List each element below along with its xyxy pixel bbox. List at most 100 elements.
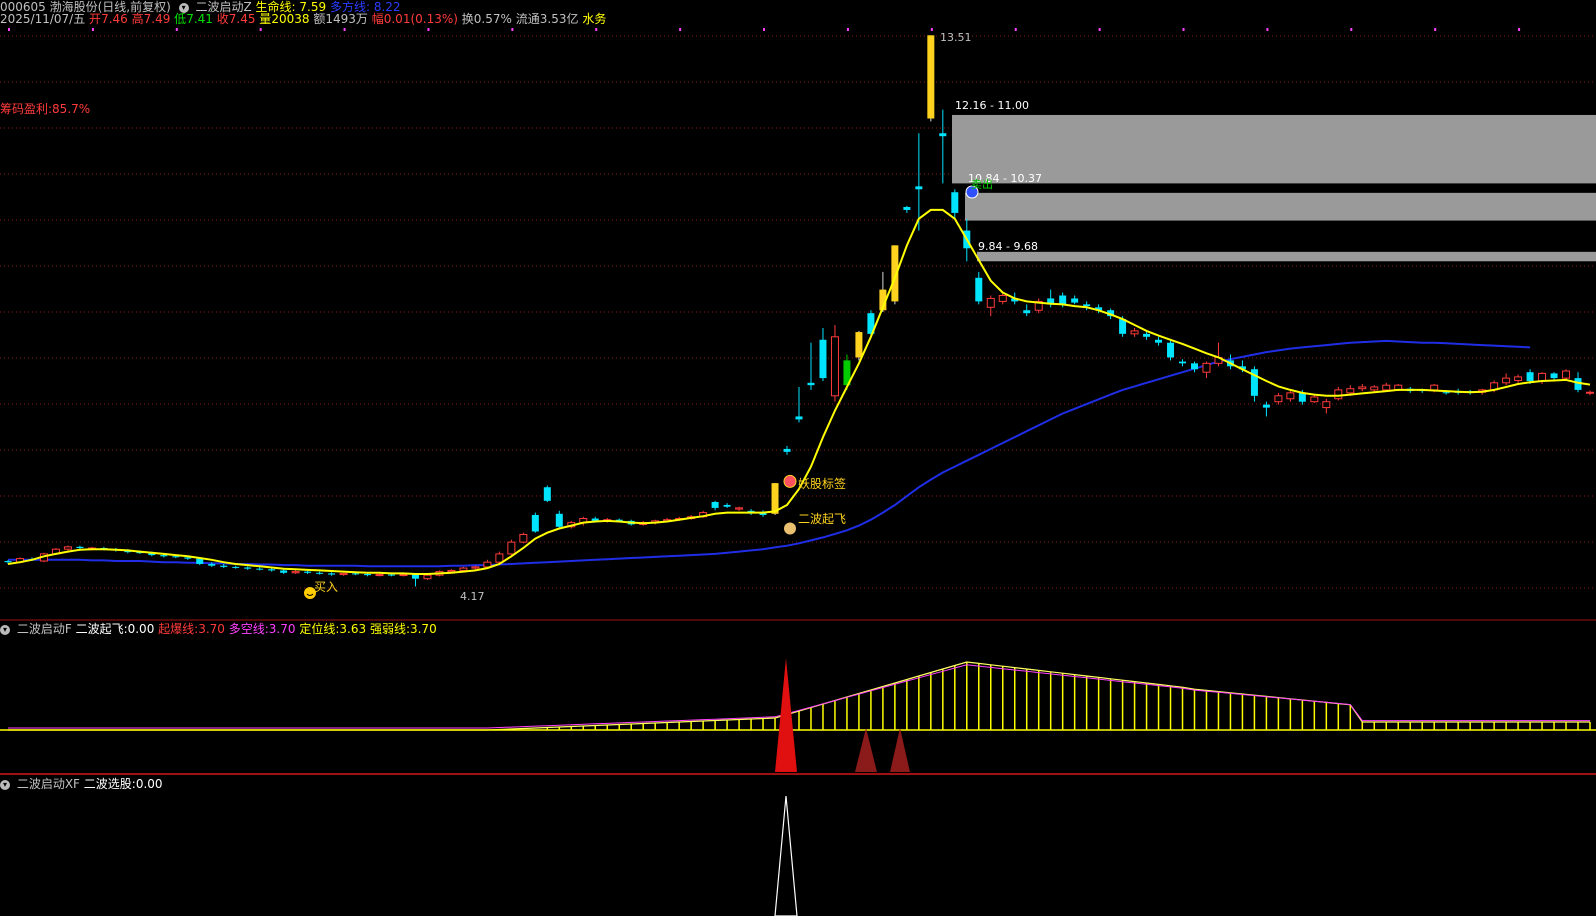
top-marker xyxy=(846,28,849,31)
demon-stock-label: 妖股标签 xyxy=(798,477,847,491)
candle-body xyxy=(1130,330,1139,335)
top-marker xyxy=(8,28,10,31)
candle-body xyxy=(1179,361,1187,364)
candle-body xyxy=(256,568,264,570)
candle-body xyxy=(531,514,539,532)
candle-body xyxy=(807,382,815,386)
candle-body xyxy=(1155,339,1163,343)
candle-body xyxy=(927,35,935,119)
money-bag-icon xyxy=(784,522,796,535)
candle-body xyxy=(1286,392,1295,400)
candle-body xyxy=(220,565,228,567)
candle-body xyxy=(915,186,923,190)
top-marker xyxy=(930,28,933,31)
top-marker xyxy=(763,28,766,31)
candle-body xyxy=(819,339,827,379)
top-marker xyxy=(427,28,430,31)
select-signal-spike xyxy=(774,795,798,916)
sub1-explode-label: 起爆线: xyxy=(158,622,199,636)
top-marker xyxy=(1350,28,1353,31)
top-marker xyxy=(1434,28,1437,31)
sub1-explode-value: 3.70 xyxy=(198,622,225,636)
candle-body xyxy=(196,558,204,564)
resistance-band-3 xyxy=(977,251,1596,262)
candle-body xyxy=(232,566,240,568)
candle-body xyxy=(783,448,791,452)
candle-body xyxy=(328,573,336,575)
sub2-menu-icon[interactable]: ▾ xyxy=(0,779,10,790)
candle-body xyxy=(1167,342,1175,358)
candle-body xyxy=(1059,295,1067,305)
sub2-select-label: 二波选股: xyxy=(83,777,136,791)
candle-body xyxy=(172,556,180,558)
minor-spike xyxy=(890,728,910,772)
candle-body xyxy=(1562,370,1571,379)
kline-chart[interactable] xyxy=(0,0,1596,916)
candle-body xyxy=(316,572,324,574)
candle-body xyxy=(459,567,468,571)
candle-body xyxy=(471,566,480,569)
candle-body xyxy=(364,573,372,576)
candle-body xyxy=(447,569,456,573)
candle-body xyxy=(1191,363,1198,370)
candle-body xyxy=(1442,392,1450,394)
buy-signal-label: 买入 xyxy=(314,580,339,594)
top-marker xyxy=(91,28,94,31)
candle-body xyxy=(1382,384,1391,391)
sub-panel-1-header: ▾ 二波启动F 二波起飞:0.00 起爆线:3.70 多空线:3.70 定位线:… xyxy=(0,622,437,636)
sub1-name: 二波启动F xyxy=(16,622,72,636)
sub-panel-2-header: ▾ 二波启动XF 二波选股:0.00 xyxy=(0,777,163,791)
candle-body xyxy=(244,567,252,569)
candle-body xyxy=(268,569,276,571)
candle-body xyxy=(1071,298,1079,303)
candle-body xyxy=(1346,388,1355,394)
candle-body xyxy=(495,553,504,563)
candle-body xyxy=(1083,304,1091,307)
candle-body xyxy=(986,297,995,308)
candle-body xyxy=(399,574,408,577)
candle-body xyxy=(998,295,1007,302)
candle-body xyxy=(975,277,983,302)
resistance-band-2 xyxy=(965,192,1596,221)
candle-body xyxy=(1550,373,1558,379)
sub1-strength-value: 3.70 xyxy=(409,622,437,636)
high-price-label: 13.51 xyxy=(940,31,972,44)
candle-body xyxy=(830,336,839,397)
candle-body xyxy=(939,133,947,137)
demon-tag-icon xyxy=(783,474,797,488)
sub1-position-label: 定位线: xyxy=(299,622,340,636)
long-short-line xyxy=(8,339,1531,568)
candle-body xyxy=(304,571,312,573)
candle-body xyxy=(543,487,551,501)
minor-spike xyxy=(855,728,877,772)
candle-body xyxy=(795,416,803,420)
top-marker xyxy=(1266,28,1269,31)
sub1-takeoff-value: 0.00 xyxy=(127,622,155,636)
candle-body xyxy=(375,574,384,577)
resistance-band-1 xyxy=(952,114,1596,184)
sub1-menu-icon[interactable]: ▾ xyxy=(0,624,10,635)
candle-body xyxy=(951,192,959,213)
chip-profit-label: 筹码盈利:85.7% xyxy=(0,102,91,116)
candle-body xyxy=(1502,377,1511,384)
top-marker xyxy=(679,28,682,31)
candle-body xyxy=(555,513,563,527)
top-marker xyxy=(1518,28,1521,31)
candle-body xyxy=(519,533,528,543)
top-marker xyxy=(259,28,262,31)
top-marker xyxy=(1182,28,1185,31)
candle-body xyxy=(1514,376,1523,381)
top-marker xyxy=(595,28,598,31)
candle-body xyxy=(160,555,168,557)
candle-body xyxy=(1586,391,1594,394)
candle-body xyxy=(1322,401,1331,409)
candle-body xyxy=(291,571,300,574)
candle-body xyxy=(1526,372,1534,382)
candle-body xyxy=(855,332,863,358)
candle-body xyxy=(1262,404,1270,408)
top-marker xyxy=(1014,28,1017,31)
candle-body xyxy=(63,546,72,550)
sell-signal-label: 卖出 xyxy=(971,178,993,191)
candle-body xyxy=(1358,386,1367,390)
candle-body xyxy=(507,541,516,555)
